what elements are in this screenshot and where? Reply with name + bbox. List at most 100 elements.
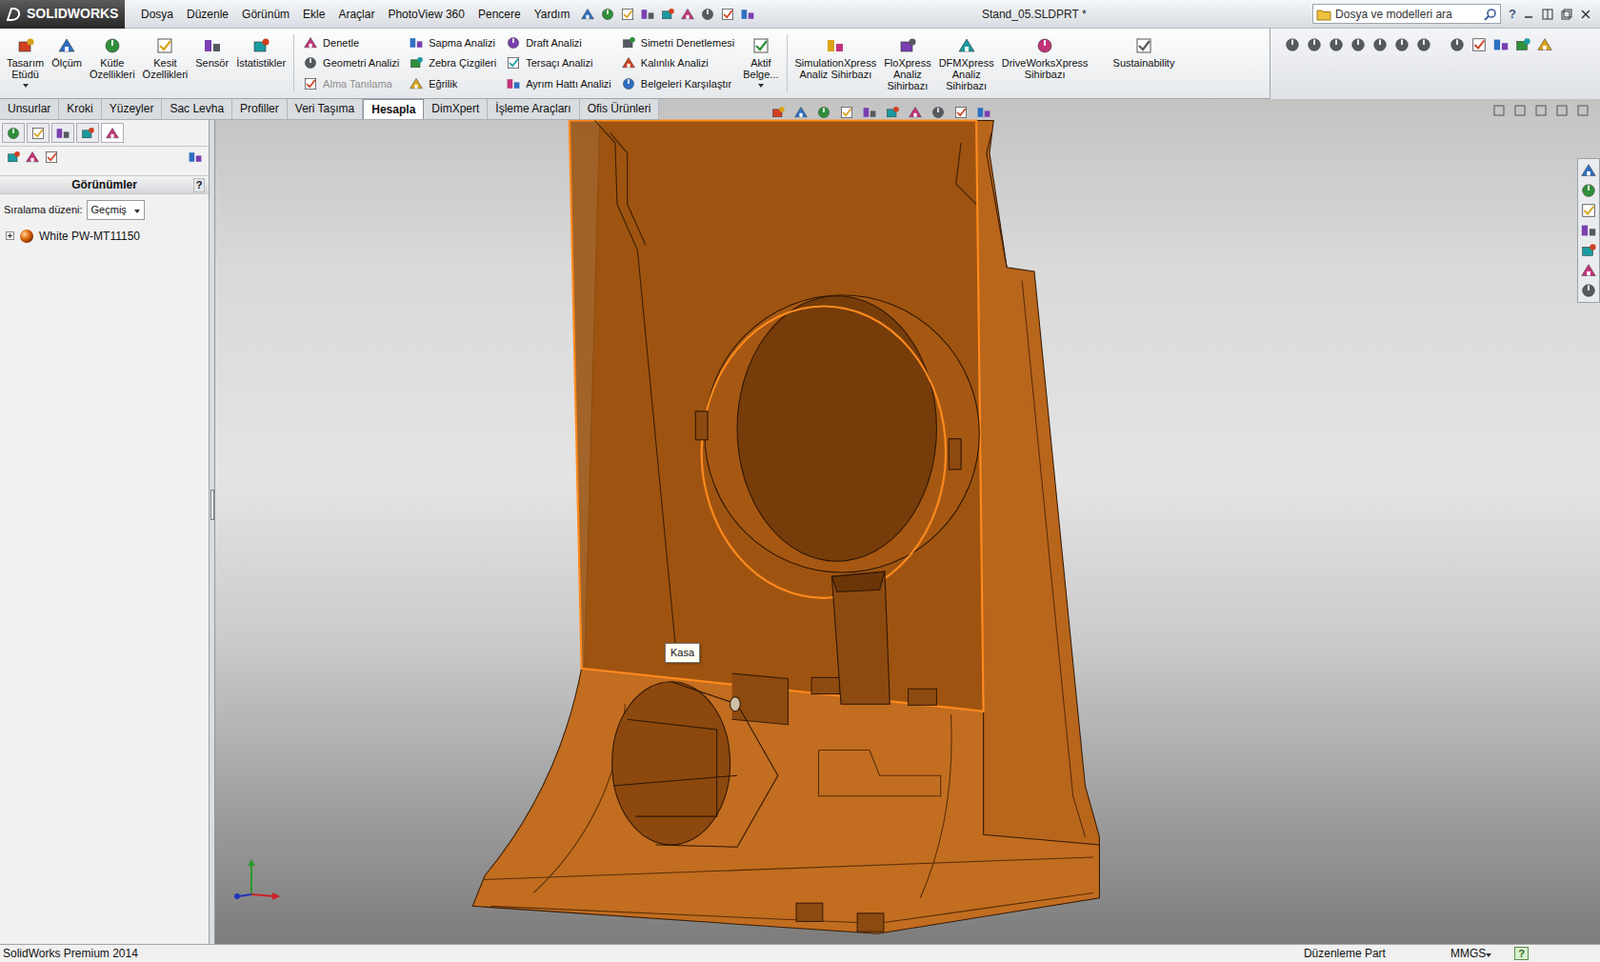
previous-view-button[interactable] (816, 104, 832, 120)
ribbon-small-button[interactable]: Simetri Denetlemesi (620, 33, 735, 53)
ribbon-button[interactable]: Tasarım Etüdü (3, 30, 47, 97)
ribbon-small-button[interactable]: Sapma Analizi (408, 33, 497, 53)
command-tab[interactable]: Kroki (59, 99, 101, 120)
close-icon[interactable] (1577, 104, 1589, 117)
new-document-button[interactable] (580, 6, 596, 22)
custom-properties-tab[interactable] (1580, 261, 1598, 280)
ribbon-button[interactable]: Ölçüm (48, 30, 85, 97)
design-library-tab[interactable] (1580, 181, 1598, 200)
scenes-button[interactable] (953, 104, 969, 120)
command-tab[interactable]: Sac Levha (161, 99, 233, 120)
panel-tab[interactable] (1, 122, 25, 143)
help-button[interactable]: ? (193, 178, 205, 193)
file-properties-button[interactable] (720, 6, 736, 22)
options-button[interactable] (740, 6, 756, 22)
maximize-icon[interactable] (1556, 104, 1568, 117)
menu-item[interactable]: PhotoView 360 (380, 5, 472, 23)
command-tab[interactable]: Hesapla (362, 99, 424, 120)
restore-icon[interactable] (1560, 7, 1574, 21)
wizard-button[interactable]: DriveWorksXpress Sihirbazı (999, 30, 1092, 97)
help-button[interactable]: ? (1514, 946, 1529, 960)
view-orientation-button[interactable] (861, 104, 878, 120)
search-input[interactable] (1335, 5, 1480, 23)
command-tab[interactable]: Ofis Ürünleri (580, 99, 660, 120)
panel-tab[interactable] (26, 122, 50, 143)
panel-tab[interactable] (76, 122, 100, 143)
home-tab[interactable] (1580, 281, 1598, 300)
wizard-button[interactable]: Sustainability (1110, 30, 1179, 97)
split-left-icon[interactable] (1493, 104, 1505, 117)
toolbar-button[interactable] (1283, 36, 1301, 54)
command-tab[interactable]: Unsurlar (0, 99, 60, 120)
toolbar-button[interactable] (1305, 36, 1323, 54)
ribbon-small-button[interactable]: Ayrım Hattı Analizi (505, 74, 612, 94)
menu-item[interactable]: Araçlar (331, 5, 381, 23)
units-dropdown-icon[interactable] (1485, 953, 1492, 958)
ribbon-button[interactable]: Kesit Özellikleri (140, 30, 192, 97)
menu-item[interactable]: Yardım (527, 5, 578, 23)
toolbar-button[interactable] (1371, 36, 1389, 54)
ribbon-button[interactable]: Kütle Özellikleri (86, 30, 139, 97)
part-model[interactable] (215, 99, 1600, 944)
toolbar-button[interactable] (1536, 36, 1554, 54)
menu-item[interactable]: Düzenle (180, 5, 236, 23)
command-tab[interactable]: DimXpert (423, 99, 488, 120)
ribbon-small-button[interactable]: Belgeleri Karşılaştır (620, 74, 735, 94)
solidworks-resources-tab[interactable] (1580, 161, 1598, 180)
command-tab[interactable]: Veri Taşıma (287, 99, 363, 120)
command-tab[interactable]: Profiller (232, 99, 288, 120)
panel-tab[interactable] (51, 122, 75, 143)
toolbar-button[interactable] (1470, 36, 1488, 54)
view-palette-tab[interactable] (1580, 221, 1598, 240)
wizard-button[interactable]: SimulationXpress Analiz Sihirbazı (792, 30, 880, 97)
toolbar-button[interactable] (1415, 36, 1433, 54)
file-explorer-tab[interactable] (1580, 201, 1598, 220)
active-document-button[interactable]: Aktif Belge... (740, 30, 781, 97)
select-button[interactable] (680, 6, 696, 22)
expand-toggle[interactable] (5, 231, 15, 240)
toolbar-button[interactable] (1514, 36, 1532, 54)
toolbar-button[interactable] (1393, 36, 1411, 54)
ribbon-button[interactable]: İstatistikler (233, 30, 289, 97)
command-tab[interactable]: Yüzeyler (101, 99, 163, 120)
save-button[interactable] (620, 6, 636, 22)
rebuild-button[interactable] (700, 6, 716, 22)
ribbon-small-button[interactable]: Zebra Çizgileri (408, 53, 497, 73)
menu-item[interactable]: Ekle (296, 5, 332, 23)
wizard-button[interactable]: FloXpress Analiz Sihirbazı (880, 30, 935, 97)
unit-system[interactable]: MMGS (1450, 944, 1486, 962)
toolbar-button[interactable] (1492, 36, 1510, 54)
appearance-button[interactable] (930, 104, 946, 120)
ribbon-small-button[interactable]: Geometri Analizi (302, 53, 400, 73)
ribbon-button[interactable]: Sensör (192, 30, 232, 97)
zoom-area-button[interactable] (793, 104, 809, 120)
zoom-fit-button[interactable] (770, 104, 786, 120)
display-style-button[interactable] (884, 104, 900, 120)
command-tab[interactable]: İşleme Araçları (487, 99, 580, 120)
ribbon-small-button[interactable]: Kalınlık Analizi (620, 53, 735, 73)
help-button[interactable]: ? (1508, 4, 1517, 24)
wizard-button[interactable]: DFMXpress Analiz Sihirbazı (936, 30, 998, 97)
print-button[interactable] (640, 6, 656, 22)
menu-item[interactable]: Dosya (134, 5, 180, 23)
sort-select[interactable]: Geçmiş (86, 200, 145, 220)
toolbar-button[interactable] (1327, 36, 1345, 54)
ribbon-small-button[interactable]: Tersaçı Analizi (505, 53, 612, 73)
panel-tab[interactable] (100, 122, 124, 143)
open-button[interactable] (600, 6, 616, 22)
tree-item[interactable]: White PW-MT11150 (0, 221, 209, 251)
ribbon-small-button[interactable]: Draft Analizi (505, 33, 612, 53)
minimize-icon[interactable] (1521, 7, 1536, 21)
toolbar-button[interactable] (1448, 36, 1466, 54)
sort-dropdown-icon[interactable] (134, 209, 140, 214)
graphics-area[interactable]: Kasa (215, 99, 1600, 944)
appearances-tab[interactable] (1580, 241, 1598, 260)
options-button[interactable] (187, 149, 203, 165)
hide-show-button[interactable] (907, 104, 923, 120)
split-right-icon[interactable] (1514, 104, 1526, 117)
menu-item[interactable]: Görünüm (235, 5, 297, 23)
ribbon-small-button[interactable]: Eğrilik (408, 74, 497, 94)
tile-icon[interactable] (1540, 7, 1555, 21)
undo-button[interactable] (660, 6, 676, 22)
toolbar-button[interactable] (1349, 36, 1367, 54)
